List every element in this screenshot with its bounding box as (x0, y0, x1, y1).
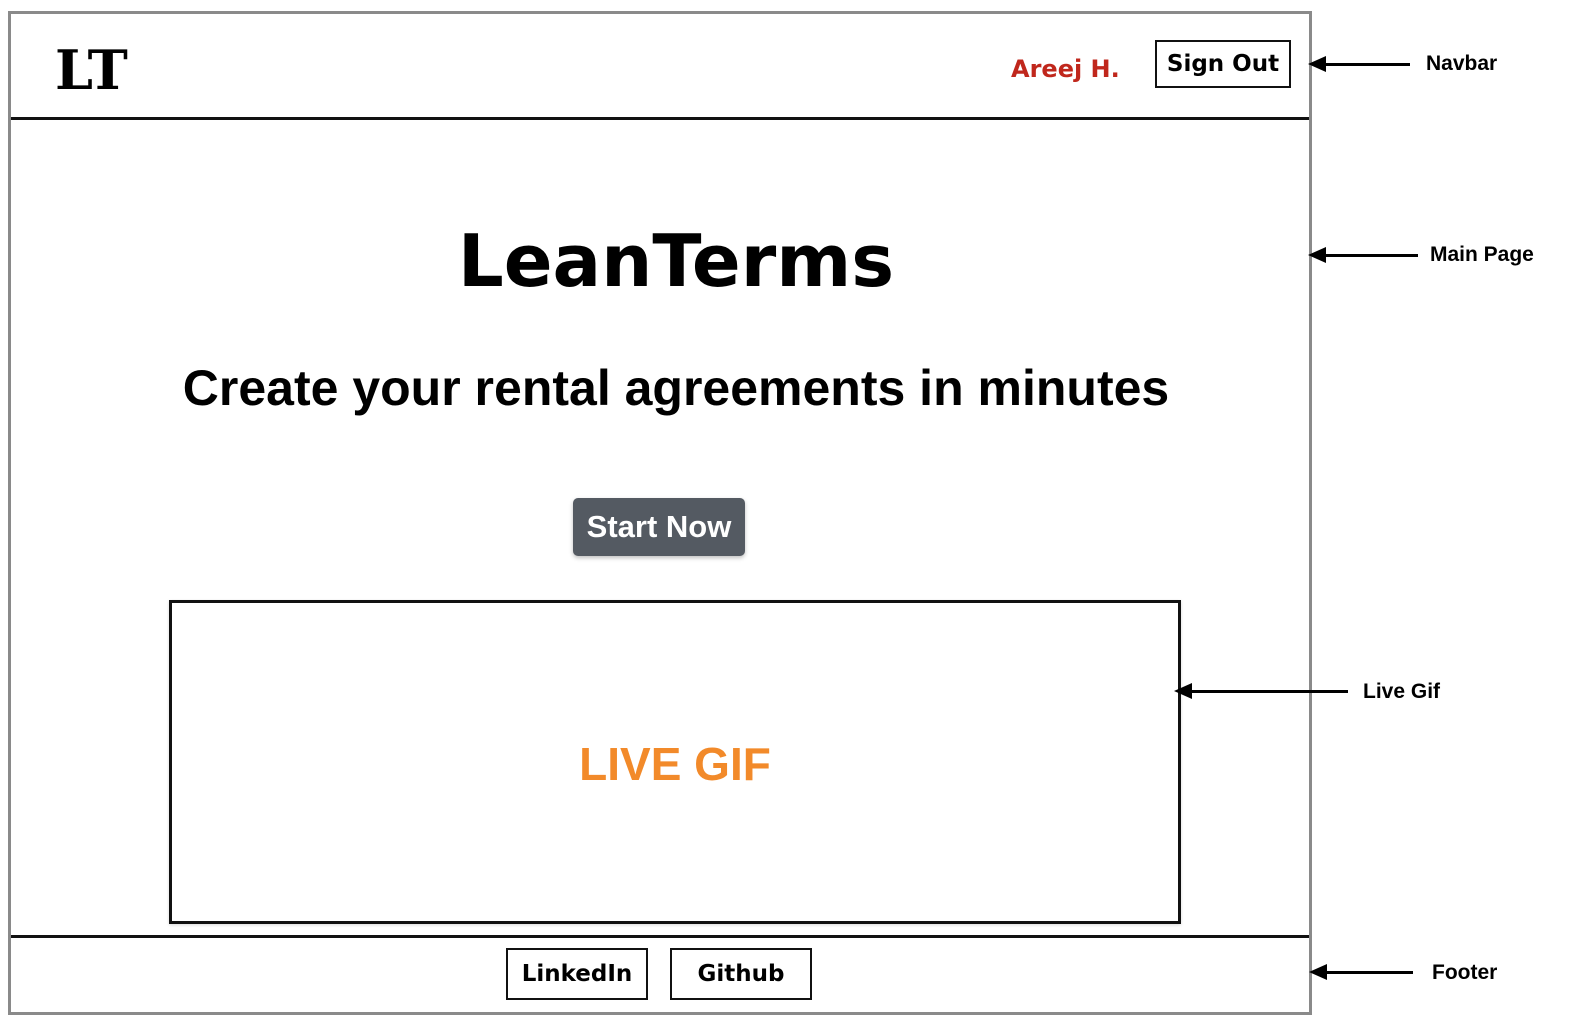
annotation-live-gif: Live Gif (1174, 680, 1474, 703)
arrow-line (1323, 971, 1413, 974)
live-gif-label: LIVE GIF (579, 738, 771, 790)
annotation-label-live-gif: Live Gif (1363, 680, 1441, 703)
annotation-label-navbar: Navbar (1426, 52, 1498, 75)
annotation-label-main-page: Main Page (1430, 243, 1534, 266)
main-page: LeanTerms Create your rental agreements … (11, 120, 1309, 935)
start-now-button[interactable]: Start Now (573, 498, 745, 556)
sign-out-button[interactable]: Sign Out (1155, 40, 1291, 88)
wireframe-canvas: LT Areej H. Sign Out LeanTerms Create yo… (0, 0, 1592, 1036)
logo[interactable]: LT (55, 40, 128, 100)
arrow-line (1188, 690, 1348, 693)
annotation-footer: Footer (1309, 961, 1589, 984)
footer: LinkedIn Github (11, 935, 1309, 1015)
navbar: LT Areej H. Sign Out (11, 14, 1309, 120)
user-name: Areej H. (1011, 55, 1120, 83)
live-gif-placeholder: LIVE GIF (169, 600, 1181, 924)
linkedin-link[interactable]: LinkedIn (506, 948, 648, 1000)
github-link[interactable]: Github (670, 948, 812, 1000)
arrow-line (1322, 63, 1410, 66)
page-subtitle: Create your rental agreements in minutes (182, 360, 1170, 416)
annotation-main-page: Main Page (1308, 243, 1592, 266)
annotation-label-footer: Footer (1432, 961, 1498, 984)
arrow-line (1322, 254, 1418, 257)
page-title: LeanTerms (457, 219, 895, 303)
browser-frame: LT Areej H. Sign Out LeanTerms Create yo… (8, 11, 1312, 1015)
annotation-navbar: Navbar (1308, 52, 1588, 75)
